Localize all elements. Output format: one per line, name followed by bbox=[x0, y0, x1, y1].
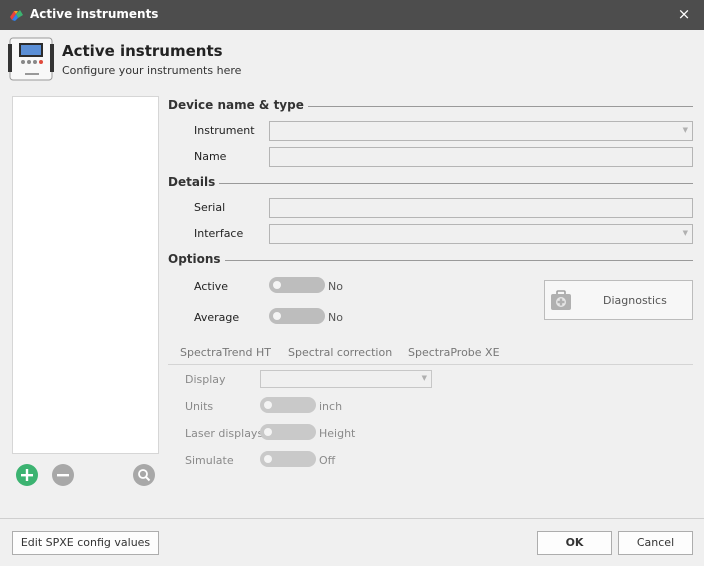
page-subtitle: Configure your instruments here bbox=[62, 64, 242, 77]
units-state: inch bbox=[319, 400, 343, 413]
display-select[interactable]: ▼ bbox=[260, 370, 432, 388]
cancel-button[interactable]: Cancel bbox=[618, 531, 693, 555]
page-title: Active instruments bbox=[62, 42, 223, 60]
simulate-state: Off bbox=[319, 454, 336, 467]
laser-displays-state: Height bbox=[319, 427, 356, 440]
section-title: Options bbox=[168, 252, 225, 266]
active-state: No bbox=[328, 280, 343, 293]
laser-displays-label: Laser displays bbox=[185, 427, 264, 440]
section-title: Device name & type bbox=[168, 98, 308, 112]
toggle-knob bbox=[273, 312, 281, 320]
instrument-select[interactable]: ▼ bbox=[269, 121, 693, 141]
tab-spectral-correction[interactable]: Spectral correction bbox=[288, 346, 392, 359]
search-instrument-button[interactable] bbox=[133, 464, 155, 486]
window-title: Active instruments bbox=[30, 7, 159, 21]
section-title: Details bbox=[168, 175, 220, 189]
section-details: Details bbox=[168, 175, 693, 191]
average-state: No bbox=[328, 311, 343, 324]
close-icon[interactable]: × bbox=[674, 4, 694, 24]
instrument-device-icon bbox=[8, 37, 54, 81]
chevron-down-icon: ▼ bbox=[682, 229, 688, 237]
section-device: Device name & type bbox=[168, 98, 693, 114]
interface-label: Interface bbox=[194, 227, 244, 240]
footer-divider bbox=[0, 518, 704, 519]
tab-spectratrend-ht[interactable]: SpectraTrend HT bbox=[180, 346, 271, 359]
display-label: Display bbox=[185, 373, 226, 386]
serial-field[interactable] bbox=[269, 198, 693, 218]
tab-divider bbox=[168, 364, 693, 365]
edit-config-button[interactable]: Edit SPXE config values bbox=[12, 531, 159, 555]
tab-spectraprobe-xe[interactable]: SpectraProbe XE bbox=[408, 346, 500, 359]
active-label: Active bbox=[194, 280, 229, 293]
average-toggle[interactable] bbox=[269, 308, 325, 324]
simulate-toggle[interactable] bbox=[260, 451, 316, 467]
active-toggle[interactable] bbox=[269, 277, 325, 293]
ok-button[interactable]: OK bbox=[537, 531, 612, 555]
instrument-label: Instrument bbox=[194, 124, 255, 137]
search-icon bbox=[133, 464, 155, 486]
app-logo-icon bbox=[10, 10, 23, 21]
interface-select[interactable]: ▼ bbox=[269, 224, 693, 244]
toggle-knob bbox=[264, 401, 272, 409]
toggle-knob bbox=[264, 455, 272, 463]
minus-circle-icon bbox=[52, 464, 74, 486]
simulate-label: Simulate bbox=[185, 454, 234, 467]
title-bar: Active instruments × bbox=[0, 0, 704, 30]
chevron-down-icon: ▼ bbox=[682, 126, 688, 134]
serial-label: Serial bbox=[194, 201, 226, 214]
chevron-down-icon: ▼ bbox=[421, 374, 427, 382]
name-label: Name bbox=[194, 150, 227, 163]
add-instrument-button[interactable] bbox=[16, 464, 38, 486]
toggle-knob bbox=[273, 281, 281, 289]
section-divider bbox=[168, 260, 693, 261]
section-divider bbox=[168, 183, 693, 184]
name-field[interactable] bbox=[269, 147, 693, 167]
section-options: Options bbox=[168, 252, 693, 268]
diagnostics-button[interactable]: Diagnostics bbox=[544, 280, 693, 320]
instrument-list[interactable] bbox=[12, 96, 159, 454]
diagnostics-label: Diagnostics bbox=[603, 294, 667, 307]
average-label: Average bbox=[194, 311, 240, 324]
units-label: Units bbox=[185, 400, 214, 413]
first-aid-kit-icon bbox=[551, 290, 571, 310]
plus-circle-icon bbox=[16, 464, 38, 486]
remove-instrument-button[interactable] bbox=[52, 464, 74, 486]
toggle-knob bbox=[264, 428, 272, 436]
laser-displays-toggle[interactable] bbox=[260, 424, 316, 440]
units-toggle[interactable] bbox=[260, 397, 316, 413]
